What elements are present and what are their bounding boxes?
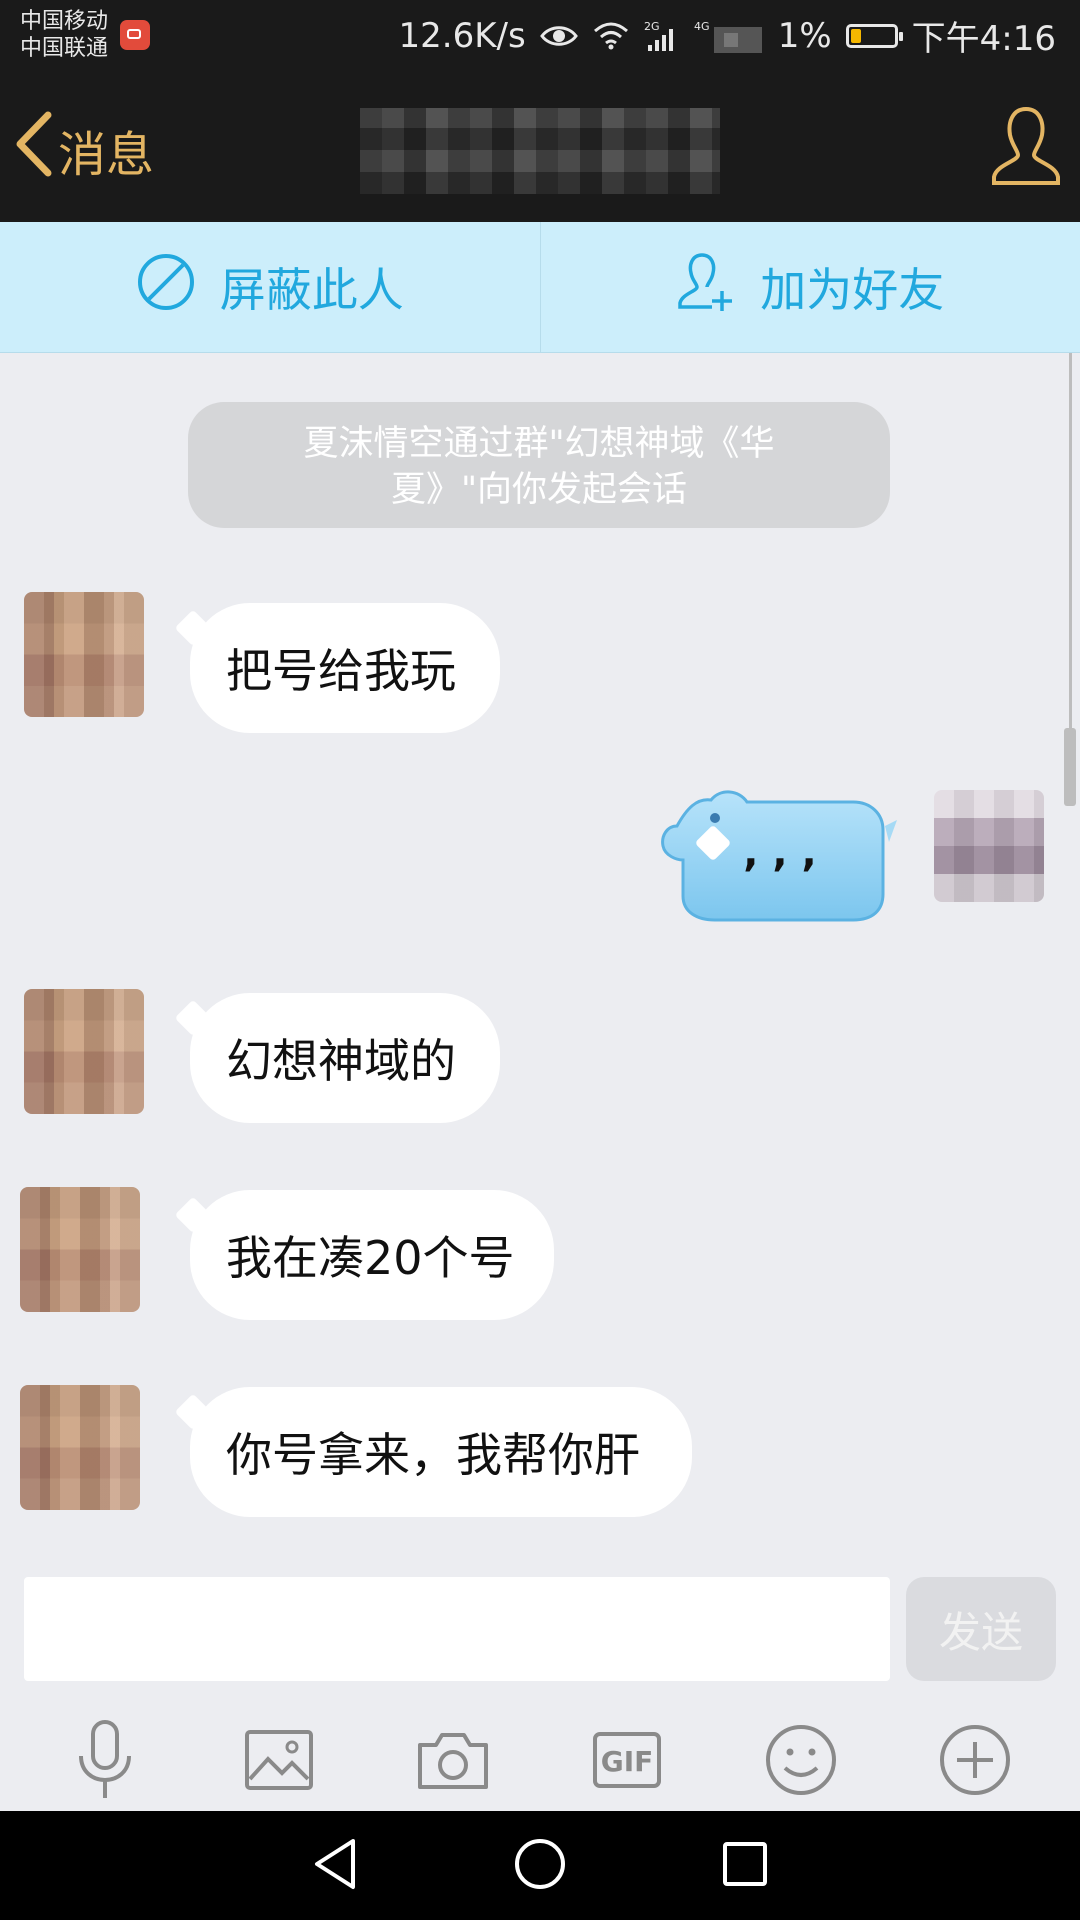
microphone-icon (73, 1718, 137, 1806)
profile-button[interactable] (990, 101, 1062, 195)
avatar[interactable] (20, 1385, 140, 1510)
triangle-back-icon (311, 1837, 359, 1895)
status-bar: 中国移动 中国联通 12.6K/s 2G 4G 1% 下午4:16 (0, 0, 1080, 71)
carrier-2: 中国联通 (20, 36, 109, 61)
person-icon (990, 106, 1062, 195)
clock: 下午4:16 (911, 19, 1056, 59)
wifi-icon (592, 21, 630, 51)
block-user-button[interactable]: 屏蔽此人 (0, 222, 540, 352)
message-input[interactable] (24, 1577, 890, 1681)
input-toolbar: GIF (0, 1713, 1080, 1811)
camera-icon (416, 1729, 490, 1795)
emoji-icon (765, 1724, 837, 1800)
input-row: 发送 (0, 1563, 1080, 1713)
gif-button[interactable]: GIF (582, 1717, 672, 1807)
stranger-action-bar: 屏蔽此人 加为好友 (0, 222, 1080, 353)
add-person-icon (676, 251, 736, 324)
carrier-1: 中国移动 (20, 9, 109, 34)
chevron-left-icon (12, 109, 56, 191)
system-notice: 夏沫情空通过群"幻想神域《华夏》"向你发起会话 (188, 402, 890, 528)
avatar[interactable] (24, 989, 144, 1114)
battery-icon (845, 23, 903, 48)
carrier-names: 中国移动 中国联通 (20, 8, 108, 62)
camera-button[interactable] (408, 1717, 498, 1807)
nav-recents-button[interactable] (715, 1836, 775, 1896)
square-recents-icon (721, 1840, 769, 1892)
avatar[interactable] (24, 592, 144, 717)
signal-4g-label: 4G (694, 20, 710, 33)
voice-button[interactable] (60, 1717, 150, 1807)
gif-label: GIF (601, 1745, 654, 1778)
message-text: 你号拿来，我帮你肝 (226, 1428, 640, 1482)
message-text: 我在凑20个号 (226, 1231, 515, 1285)
add-friend-label: 加为好友 (760, 263, 945, 317)
message-bubble[interactable]: 把号给我玩 (190, 603, 500, 733)
pixelated-title-cover (360, 108, 720, 194)
send-button[interactable]: 发送 (906, 1577, 1056, 1681)
scrollbar[interactable] (1064, 728, 1076, 806)
plus-icon (939, 1724, 1011, 1800)
scrollbar-track (1069, 353, 1072, 728)
block-user-label: 屏蔽此人 (219, 263, 404, 317)
battery-percent: 1% (777, 15, 832, 56)
message-bubble[interactable]: 幻想神域的 (190, 993, 500, 1123)
message-text: 幻想神域的 (226, 1034, 456, 1088)
emoji-button[interactable] (756, 1717, 846, 1807)
nav-back-button[interactable] (305, 1836, 365, 1896)
back-label: 消息 (58, 127, 155, 183)
image-button[interactable] (234, 1717, 324, 1807)
message-bubble[interactable]: 我在凑20个号 (190, 1190, 554, 1320)
block-icon (136, 252, 196, 323)
back-button[interactable]: 消息 (12, 109, 154, 191)
signal-2g-label: 2G (644, 20, 660, 33)
signal-4g-icon: 4G (694, 19, 764, 53)
eye-icon (539, 23, 578, 49)
sticker-text: , , , (710, 818, 850, 888)
nav-home-button[interactable] (510, 1836, 570, 1896)
image-icon (244, 1729, 314, 1795)
notification-badge-icon (120, 20, 150, 50)
signal-2g-icon: 2G (644, 19, 680, 53)
circle-home-icon (513, 1837, 567, 1895)
message-text: , , , (743, 830, 817, 876)
message-bubble[interactable]: 你号拿来，我帮你肝 (190, 1387, 692, 1517)
avatar[interactable] (20, 1187, 140, 1312)
add-friend-button[interactable]: 加为好友 (541, 222, 1080, 352)
navigation-bar (0, 1811, 1080, 1920)
network-speed: 12.6K/s (398, 15, 526, 56)
status-indicators: 12.6K/s 2G 4G 1% 下午4:16 (399, 0, 1056, 71)
title-bar: 消息 (0, 71, 1080, 222)
my-avatar[interactable] (934, 790, 1044, 902)
chat-area[interactable] (0, 353, 1080, 1563)
message-text: 把号给我玩 (226, 644, 456, 698)
more-button[interactable] (930, 1717, 1020, 1807)
gif-icon: GIF (592, 1731, 662, 1793)
